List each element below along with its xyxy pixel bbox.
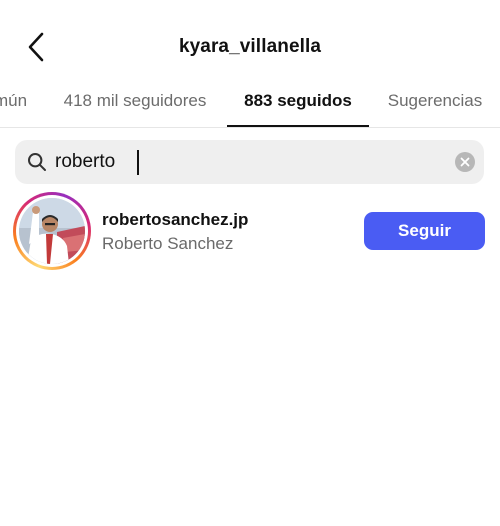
search-input[interactable] xyxy=(55,140,445,184)
page-title: kyara_villanella xyxy=(178,36,322,57)
tab-bar: mún 418 mil seguidores 883 seguidos Suge… xyxy=(0,78,500,128)
tab-followers[interactable]: 418 mil seguidores xyxy=(56,78,214,126)
result-full-name: Roberto Sanchez xyxy=(102,234,234,253)
avatar-story-ring[interactable] xyxy=(13,192,91,270)
clear-icon xyxy=(460,157,470,167)
tab-following[interactable]: 883 seguidos xyxy=(227,78,369,127)
search-result-row[interactable]: robertosanchez.jp Roberto Sanchez Seguir xyxy=(0,190,500,274)
clear-search-button[interactable] xyxy=(455,152,475,172)
search-icon xyxy=(28,153,46,171)
result-username[interactable]: robertosanchez.jp xyxy=(102,210,248,230)
tab-suggestions[interactable]: Sugerencias xyxy=(380,78,490,126)
tab-comun[interactable]: mún xyxy=(0,78,34,126)
follow-button[interactable]: Seguir xyxy=(364,212,485,250)
following-screen: kyara_villanella mún 418 mil seguidores … xyxy=(0,0,500,526)
search-bar xyxy=(15,140,484,184)
avatar-image xyxy=(19,198,85,264)
avatar xyxy=(19,198,85,264)
text-cursor xyxy=(137,150,139,175)
header: kyara_villanella xyxy=(0,0,500,90)
